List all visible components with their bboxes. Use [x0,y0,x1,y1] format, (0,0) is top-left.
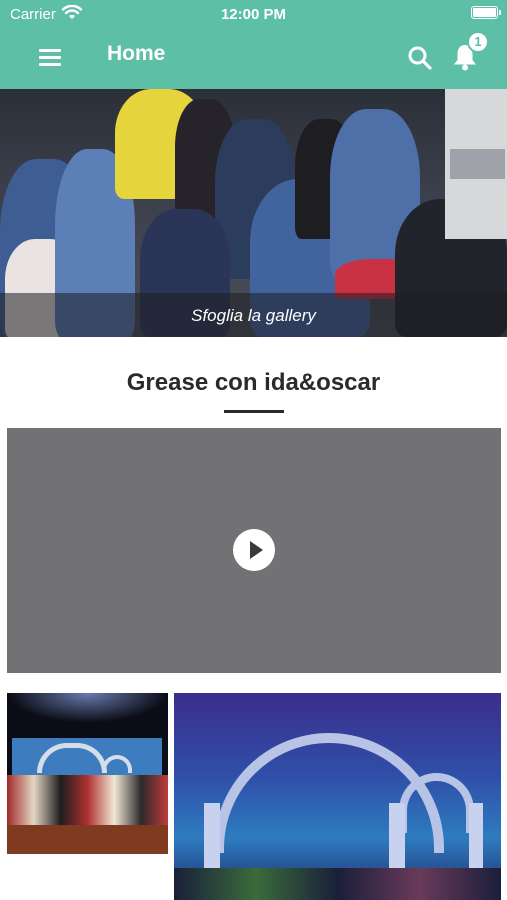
play-icon[interactable] [233,529,275,571]
gallery-caption: Sfoglia la gallery [0,293,507,337]
section-title: Grease con ida&oscar [126,369,381,396]
video-player[interactable] [7,428,501,673]
status-time: 12:00 PM [220,6,287,23]
page-title: Home [107,42,166,65]
battery-icon [471,6,501,19]
gallery-thumbnail[interactable] [174,693,501,900]
gallery-thumbnail[interactable] [7,693,168,854]
status-bar: Carrier 12:00 PM [0,0,507,28]
top-bar: Carrier 12:00 PM Home 1 [0,0,507,89]
notification-badge: 1 [467,31,489,53]
menu-icon[interactable] [39,47,61,67]
hero-gallery-banner[interactable]: Sfoglia la gallery [0,89,507,337]
search-icon[interactable] [407,45,433,71]
title-underline [224,410,284,413]
nav-bar: Home 1 [0,28,507,89]
